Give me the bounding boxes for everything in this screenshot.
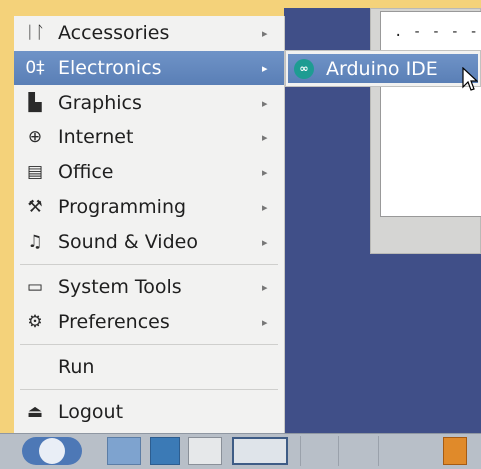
submenu-arrow-icon: ▸ bbox=[262, 235, 268, 249]
background-window-content: . - - - - bbox=[380, 11, 481, 217]
submenu-arrow-icon: ▸ bbox=[262, 130, 268, 144]
gear-icon: ⚙ bbox=[27, 312, 43, 332]
menu-item-label: Internet bbox=[58, 126, 134, 148]
background-window-text: . - - - - bbox=[394, 24, 479, 40]
menu-separator bbox=[20, 264, 278, 265]
menu-item-label: System Tools bbox=[58, 276, 182, 298]
menu-item-label: Programming bbox=[58, 196, 187, 218]
menu-separator bbox=[20, 389, 278, 390]
menu-item-logout[interactable]: ⏏ Logout bbox=[14, 395, 284, 429]
tray-app-icon[interactable] bbox=[443, 437, 467, 465]
file-manager-icon[interactable] bbox=[107, 437, 141, 465]
submenu-arrow-icon: ▸ bbox=[262, 200, 268, 214]
menu-item-run[interactable]: Run bbox=[14, 350, 284, 384]
submenu-arrow-icon: ▸ bbox=[262, 96, 268, 110]
start-menu-button[interactable] bbox=[22, 437, 82, 465]
menu-item-label: Run bbox=[58, 356, 95, 378]
menu-item-programming[interactable]: ⚒ Programming ▸ bbox=[14, 190, 284, 224]
menu-item-graphics[interactable]: ▙ Graphics ▸ bbox=[14, 86, 284, 120]
menu-item-office[interactable]: ▤ Office ▸ bbox=[14, 155, 284, 189]
menu-item-system-tools[interactable]: ▭ System Tools ▸ bbox=[14, 270, 284, 304]
submenu-item-label: Arduino IDE bbox=[326, 57, 438, 80]
electronics-icon: 0‡ bbox=[25, 58, 45, 78]
submenu-arrow-icon: ▸ bbox=[262, 26, 268, 40]
menu-item-label: Graphics bbox=[58, 92, 142, 114]
submenu-arrow-icon: ▸ bbox=[262, 280, 268, 294]
menu-item-internet[interactable]: ⊕ Internet ▸ bbox=[14, 120, 284, 154]
menu-item-accessories[interactable]: ᛁᛚ Accessories ▸ bbox=[14, 16, 284, 50]
menu-item-sound-video[interactable]: ♫ Sound & Video ▸ bbox=[14, 225, 284, 259]
submenu-item-arduino-ide[interactable]: ∞ Arduino IDE bbox=[288, 54, 478, 83]
window-icon[interactable] bbox=[188, 437, 222, 465]
taskbar-divider bbox=[378, 436, 379, 466]
menu-item-label: Accessories bbox=[58, 22, 170, 44]
monitor-icon: ▭ bbox=[26, 277, 44, 297]
document-icon: ▤ bbox=[26, 162, 44, 182]
menu-item-preferences[interactable]: ⚙ Preferences ▸ bbox=[14, 305, 284, 339]
graphics-icon: ▙ bbox=[28, 93, 42, 113]
taskbar bbox=[0, 433, 481, 469]
menu-separator bbox=[20, 344, 278, 345]
network-icon[interactable] bbox=[150, 437, 180, 465]
programming-icon: ⚒ bbox=[27, 197, 43, 217]
taskbar-divider bbox=[338, 436, 339, 466]
electronics-submenu: ∞ Arduino IDE bbox=[285, 50, 481, 87]
submenu-arrow-icon: ▸ bbox=[262, 315, 268, 329]
submenu-arrow-icon: ▸ bbox=[262, 61, 268, 75]
background-window[interactable]: . - - - - bbox=[370, 8, 481, 254]
menu-item-label: Preferences bbox=[58, 311, 170, 333]
application-menu: ᛁᛚ Accessories ▸ 0‡ Electronics ▸ ▙ Grap… bbox=[14, 16, 285, 433]
menu-item-electronics[interactable]: 0‡ Electronics ▸ bbox=[14, 51, 284, 85]
sound-video-icon: ♫ bbox=[27, 232, 43, 252]
mouse-cursor-icon bbox=[462, 67, 478, 91]
submenu-arrow-icon: ▸ bbox=[262, 165, 268, 179]
logout-icon: ⏏ bbox=[26, 402, 44, 422]
menu-item-label: Office bbox=[58, 161, 114, 183]
taskbar-window-button[interactable] bbox=[232, 437, 288, 465]
menu-item-label: Sound & Video bbox=[58, 231, 198, 253]
arduino-icon: ∞ bbox=[294, 58, 314, 79]
menu-item-label: Logout bbox=[58, 401, 124, 423]
globe-icon: ⊕ bbox=[27, 127, 43, 147]
taskbar-divider bbox=[300, 436, 301, 466]
accessories-icon: ᛁᛚ bbox=[24, 23, 46, 43]
menu-item-label: Electronics bbox=[58, 57, 162, 79]
start-logo-icon bbox=[39, 438, 65, 464]
